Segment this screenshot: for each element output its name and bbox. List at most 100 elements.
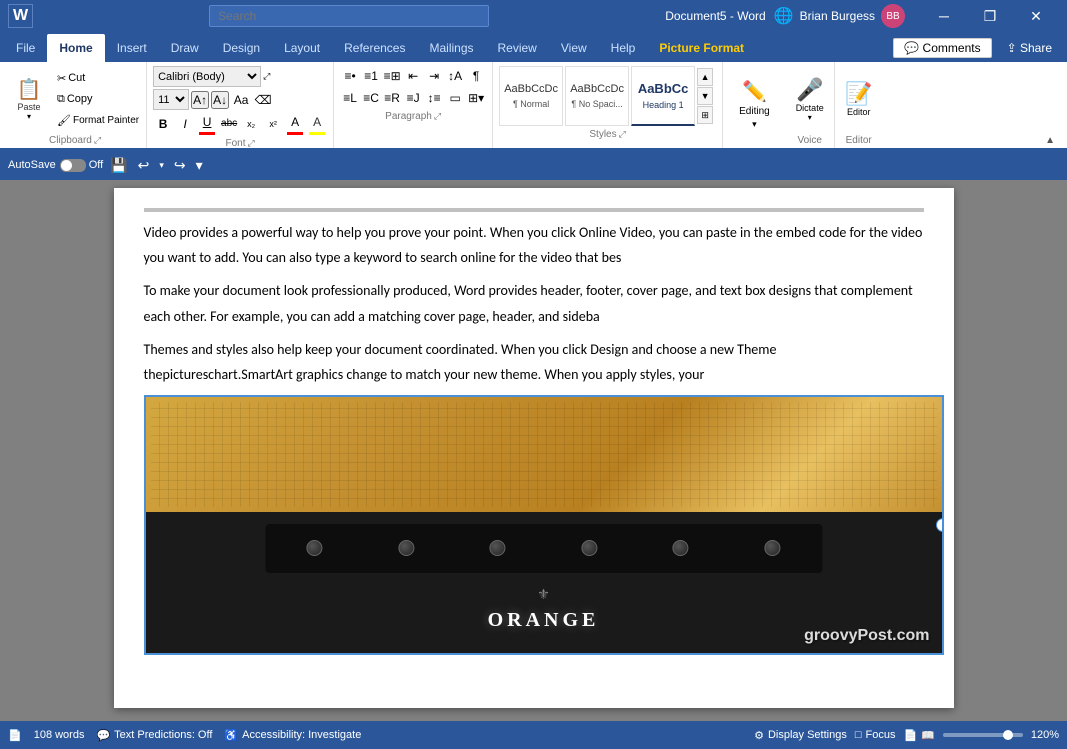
styles-scroll-up[interactable]: ▲ (697, 68, 713, 86)
style-heading-preview: AaBbCc (638, 81, 689, 96)
bullets-button[interactable]: ≡• (340, 66, 360, 86)
strikethrough-button[interactable]: abc (219, 114, 239, 134)
restore-button[interactable]: ❐ (967, 0, 1013, 32)
format-painter-button[interactable]: 🖌 Format Painter (54, 111, 142, 130)
bold-button[interactable]: B (153, 114, 173, 134)
font-color-button[interactable]: A (285, 112, 305, 132)
read-mode-icon[interactable]: 📖 (921, 729, 935, 742)
editor-button[interactable]: 📝 Editor (841, 79, 877, 119)
print-layout-icon[interactable]: 📄 (903, 729, 917, 742)
sort-button[interactable]: ↕A (445, 66, 465, 86)
subscript-button[interactable]: x₂ (241, 114, 261, 134)
cut-button[interactable]: ✂ Cut (54, 69, 142, 88)
tab-design[interactable]: Design (211, 34, 272, 62)
paste-button[interactable]: 📋 Paste ▾ (8, 75, 50, 124)
justify-button[interactable]: ≡J (403, 88, 423, 108)
style-heading-1[interactable]: AaBbCc Heading 1 (631, 66, 695, 126)
copy-button[interactable]: ⧉ Copy (54, 90, 142, 109)
show-hide-button[interactable]: ¶ (466, 66, 486, 86)
styles-container: AaBbCcDc ¶ Normal AaBbCcDc ¶ No Spaci...… (499, 62, 716, 126)
knob-3 (490, 540, 506, 556)
borders-button[interactable]: ⊞▾ (466, 88, 486, 108)
undo-dropdown[interactable]: ▾ (156, 158, 167, 173)
tab-references[interactable]: References (332, 34, 417, 62)
undo-button[interactable]: ↩ (135, 155, 153, 176)
align-center-button[interactable]: ≡C (361, 88, 381, 108)
text-predictions[interactable]: 💬 Text Predictions: Off (96, 729, 212, 742)
page-icon: 📄 (8, 729, 22, 742)
font-size-select[interactable]: 11 (153, 89, 189, 110)
styles-expand[interactable]: ⊞ (697, 106, 713, 124)
paragraph-row-2: ≡L ≡C ≡R ≡J ↕≡ ▭ ⊞▾ (340, 88, 486, 108)
comments-button[interactable]: 💬 Comments (893, 38, 991, 58)
tab-draw[interactable]: Draw (159, 34, 211, 62)
tab-layout[interactable]: Layout (272, 34, 332, 62)
font-size-increase-button[interactable]: A↑ (191, 91, 209, 109)
increase-indent-button[interactable]: ⇥ (424, 66, 444, 86)
display-settings[interactable]: ⚙ Display Settings (754, 729, 847, 742)
knob-6 (764, 540, 780, 556)
accessibility[interactable]: ♿ Accessibility: Investigate (224, 729, 361, 742)
page-indicator[interactable]: 📄 (8, 729, 22, 742)
document-image[interactable]: ⚜ ORANGE 🖼 groovyPost.com (144, 395, 944, 655)
save-button[interactable]: 💾 (107, 155, 130, 176)
style-normal-label: ¶ Normal (513, 99, 549, 109)
ribbon-tabs: File Home Insert Draw Design Layout Refe… (0, 32, 1067, 62)
avatar[interactable]: BB (881, 4, 905, 28)
shading-button[interactable]: ▭ (445, 88, 465, 108)
editing-mode-button[interactable]: ✏️ Editing ▾ (729, 75, 780, 134)
title-search-input[interactable] (209, 5, 489, 27)
editing-mode-group: ✏️ Editing ▾ (723, 62, 786, 148)
redo-button[interactable]: ↪ (171, 155, 189, 176)
share-button[interactable]: ⇪ Share (996, 38, 1063, 58)
styles-scroll-down[interactable]: ▼ (697, 87, 713, 105)
change-case-button[interactable]: Aa (231, 90, 251, 110)
style-normal[interactable]: AaBbCcDc ¶ Normal (499, 66, 563, 126)
tab-mailings[interactable]: Mailings (417, 34, 485, 62)
ribbon-spacer: ▲ (883, 62, 1063, 148)
tab-home[interactable]: Home (47, 34, 104, 62)
focus-text: Focus (865, 729, 895, 741)
brand-name: ORANGE (488, 609, 600, 632)
tab-help[interactable]: Help (599, 34, 648, 62)
style-no-spacing[interactable]: AaBbCcDc ¶ No Spaci... (565, 66, 629, 126)
zoom-slider[interactable] (943, 733, 1023, 737)
knob-1 (307, 540, 323, 556)
align-left-button[interactable]: ≡L (340, 88, 360, 108)
collapse-ribbon-button[interactable]: ▲ (1045, 135, 1055, 146)
close-button[interactable]: ✕ (1013, 0, 1059, 32)
clear-formatting-button[interactable]: ⌫ (253, 90, 273, 110)
font-expand-dialog-icon[interactable]: ⤢ (248, 138, 255, 149)
decrease-indent-button[interactable]: ⇤ (403, 66, 423, 86)
minimize-button[interactable]: ─ (921, 0, 967, 32)
italic-button[interactable]: I (175, 114, 195, 134)
paragraph-expand-icon[interactable]: ⤢ (434, 111, 441, 122)
quick-access-toolbar: AutoSave Off 💾 ↩ ▾ ↪ ▾ (0, 150, 1067, 180)
image-resize-handle[interactable] (936, 518, 944, 532)
qa-customize-button[interactable]: ▾ (193, 155, 206, 176)
autosave-toggle[interactable]: Off (60, 159, 103, 172)
document-title: Document5 - Word (665, 9, 765, 23)
line-spacing-button[interactable]: ↕≡ (424, 88, 444, 108)
font-family-select[interactable]: Calibri (Body) (153, 66, 261, 87)
tab-insert[interactable]: Insert (105, 34, 159, 62)
knob-2 (398, 540, 414, 556)
tab-review[interactable]: Review (486, 34, 549, 62)
tab-file[interactable]: File (4, 34, 47, 62)
style-normal-preview: AaBbCcDc (504, 83, 558, 95)
tab-view[interactable]: View (549, 34, 599, 62)
focus-mode[interactable]: □ Focus (855, 729, 896, 741)
underline-button[interactable]: U (197, 112, 217, 132)
tab-picture-format[interactable]: Picture Format (647, 34, 756, 62)
dictate-button[interactable]: 🎤 Dictate ▾ (792, 75, 828, 124)
document-text[interactable]: Video provides a powerful way to help yo… (144, 220, 924, 387)
font-size-decrease-button[interactable]: A↓ (211, 91, 229, 109)
word-count[interactable]: 108 words (34, 729, 85, 741)
clipboard-expand-icon[interactable]: ⤢ (94, 135, 101, 146)
multilevel-list-button[interactable]: ≡⊞ (382, 66, 402, 86)
superscript-button[interactable]: x² (263, 114, 283, 134)
numbering-button[interactable]: ≡1 (361, 66, 381, 86)
highlight-color-button[interactable]: A (307, 112, 327, 132)
align-right-button[interactable]: ≡R (382, 88, 402, 108)
styles-expand-icon[interactable]: ⤢ (619, 129, 626, 140)
